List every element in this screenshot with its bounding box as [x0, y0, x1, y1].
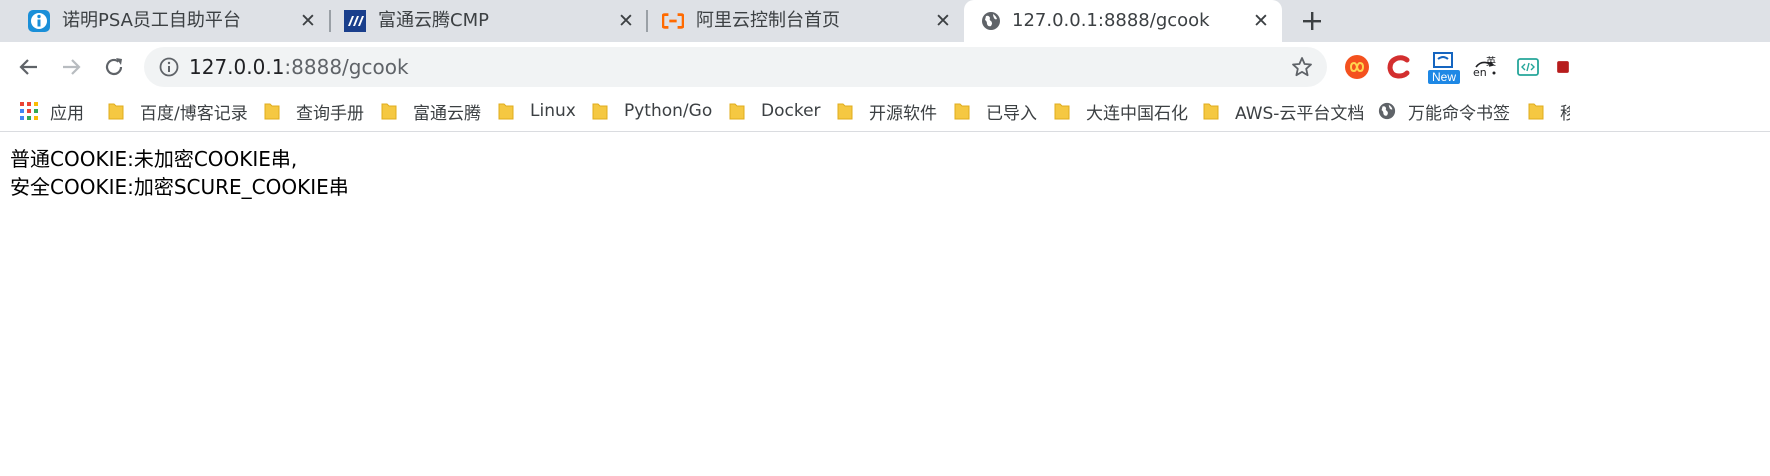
tab-strip: 诺明PSA员工自助平台 ✕ 富通云腾CMP ✕ 阿里云控制台首页 ✕ 127.0…	[0, 0, 1770, 42]
bookmark-folder[interactable]: 开源软件	[837, 92, 937, 130]
info-icon[interactable]	[158, 56, 180, 78]
ft-logo-icon	[344, 10, 366, 32]
page-content: 普通COOKIE:未加密COOKIE串, 安全COOKIE:加密SCURE_CO…	[10, 145, 349, 201]
bookmark-label: 大连中国石化	[1086, 103, 1188, 124]
c-extension-icon[interactable]	[1385, 53, 1413, 81]
pdf-extension-icon[interactable]	[1556, 53, 1570, 81]
toolbar: 127.0.0.1:8888/gcook New 英 en	[0, 42, 1770, 92]
tab-title: 127.0.0.1:8888/gcook	[1012, 10, 1210, 31]
bookmark-label: 已导入	[986, 103, 1037, 124]
plus-icon	[1303, 12, 1321, 30]
globe-icon	[980, 10, 1002, 32]
tab-title: 诺明PSA员工自助平台	[62, 10, 241, 31]
bookmark-label: 万能命令书签	[1408, 103, 1510, 124]
folder-icon	[954, 102, 970, 120]
bookmarks-bar: 应用 百度/博客记录 查询手册 富通云腾 Linux Python/Go Doc…	[0, 92, 1770, 132]
tab-cmp[interactable]: 富通云腾CMP ✕	[316, 0, 646, 42]
bookmark-label: 移	[1560, 103, 1570, 124]
folder-icon	[381, 102, 397, 120]
back-button[interactable]	[13, 51, 45, 83]
bookmark-star-icon[interactable]	[1290, 55, 1314, 79]
apps-grid-icon	[20, 102, 38, 120]
url-path: :8888/gcook	[284, 55, 409, 79]
bookmark-folder[interactable]: 大连中国石化	[1054, 92, 1188, 130]
bookmark-folder[interactable]: AWS-云平台文档	[1203, 92, 1364, 130]
close-icon[interactable]: ✕	[1249, 9, 1273, 33]
forward-button[interactable]	[55, 51, 87, 83]
tab-aliyun[interactable]: 阿里云控制台首页 ✕	[634, 0, 964, 42]
folder-icon	[264, 102, 280, 120]
info-icon	[28, 10, 50, 32]
folder-icon	[592, 102, 608, 120]
folder-icon	[1054, 102, 1070, 120]
bookmark-label: Python/Go	[624, 101, 713, 121]
folder-icon	[729, 102, 745, 120]
bookmark-folder-overflow[interactable]: 移	[1528, 92, 1570, 130]
folder-icon	[837, 102, 853, 120]
bookmark-folder[interactable]: 百度/博客记录	[108, 92, 248, 130]
translate-extension-icon[interactable]: 英 en	[1472, 53, 1500, 81]
bookmark-link[interactable]: 万能命令书签	[1378, 92, 1510, 130]
tab-gcook[interactable]: 127.0.0.1:8888/gcook ✕	[964, 0, 1282, 42]
bookmark-label: 查询手册	[296, 103, 364, 124]
url-text[interactable]: 127.0.0.1:8888/gcook	[189, 54, 409, 80]
tab-psa[interactable]: 诺明PSA员工自助平台 ✕	[0, 0, 330, 42]
reload-icon	[105, 58, 123, 76]
bookmark-label: Docker	[761, 101, 821, 121]
bookmark-label: 百度/博客记录	[140, 103, 248, 124]
bookmark-folder[interactable]: Linux	[498, 92, 576, 130]
address-bar[interactable]: 127.0.0.1:8888/gcook	[144, 47, 1327, 87]
bookmark-label: 应用	[50, 103, 84, 124]
new-tab-button[interactable]	[1297, 6, 1327, 36]
code-extension-icon[interactable]	[1514, 53, 1542, 81]
arrow-left-icon	[19, 59, 37, 75]
bookmark-label: 开源软件	[869, 103, 937, 124]
tab-title: 富通云腾CMP	[378, 10, 489, 31]
bookmark-label: 富通云腾	[413, 103, 481, 124]
aliyun-icon	[662, 10, 684, 32]
cookie-line-secure: 安全COOKIE:加密SCURE_COOKIE串	[10, 175, 349, 199]
bookmark-folder[interactable]: 已导入	[954, 92, 1037, 130]
infinity-extension-icon[interactable]	[1343, 53, 1371, 81]
arrow-right-icon	[63, 59, 81, 75]
cookie-line-normal: 普通COOKIE:未加密COOKIE串,	[10, 147, 298, 171]
globe-icon	[1378, 102, 1396, 120]
bookmark-folder[interactable]: Python/Go	[592, 92, 712, 130]
bookmark-label: Linux	[530, 101, 576, 121]
url-host: 127.0.0.1	[189, 55, 285, 79]
reload-button[interactable]	[98, 51, 130, 83]
apps-shortcut[interactable]: 应用	[20, 92, 84, 130]
folder-icon	[498, 102, 514, 120]
bookmark-folder[interactable]: 富通云腾	[381, 92, 481, 130]
bookmark-folder[interactable]: 查询手册	[264, 92, 364, 130]
folder-icon	[108, 102, 124, 120]
new-badge: New	[1428, 70, 1460, 84]
bookmark-label: AWS-云平台文档	[1235, 103, 1365, 124]
translate-label-bottom: en	[1473, 66, 1487, 79]
folder-icon	[1203, 102, 1219, 120]
close-icon[interactable]: ✕	[931, 9, 955, 33]
folder-icon	[1528, 102, 1544, 120]
bookmark-folder[interactable]: Docker	[729, 92, 821, 130]
tab-title: 阿里云控制台首页	[696, 10, 840, 31]
new-extension-icon[interactable]: New	[1428, 51, 1460, 85]
